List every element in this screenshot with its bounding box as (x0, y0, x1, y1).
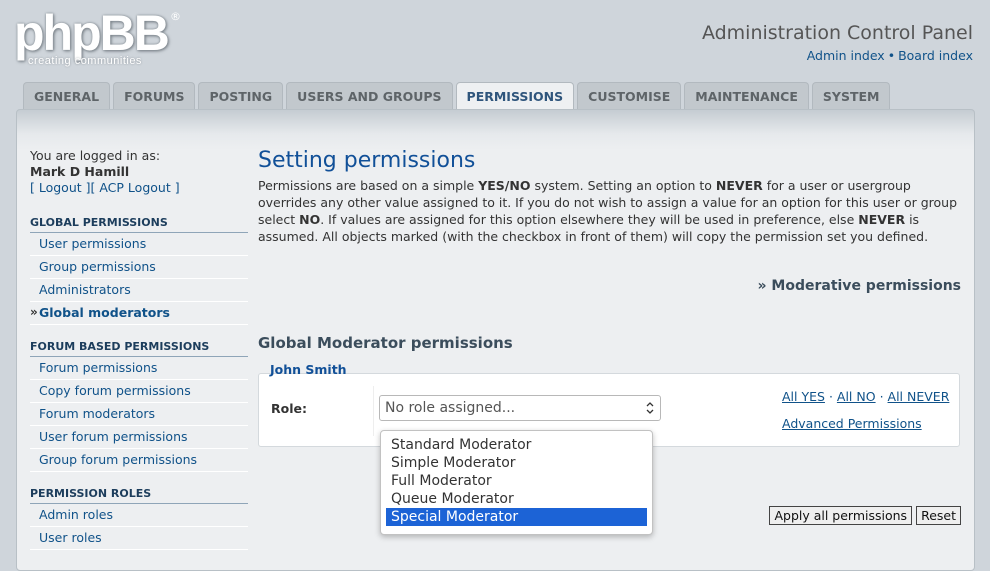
role-option-full-moderator[interactable]: Full Moderator (386, 472, 647, 490)
moderative-permissions-link[interactable]: » Moderative permissions (757, 278, 961, 294)
role-divider (373, 386, 374, 436)
advanced-permissions-link[interactable]: Advanced Permissions (782, 416, 922, 431)
logo-tagline: creating communities (28, 55, 142, 67)
sidebar-item-label: Global moderators (39, 305, 170, 320)
tab-system[interactable]: SYSTEM (811, 82, 891, 109)
permissions-intro-text: Permissions are based on a simple YES/NO… (258, 177, 960, 245)
sidebar-item-forum-moderators[interactable]: Forum moderators (30, 403, 248, 426)
intro-emphasis: YES/NO (478, 178, 531, 193)
logout-link[interactable]: [ Logout ] (30, 180, 91, 195)
role-option-standard-moderator[interactable]: Standard Moderator (386, 436, 647, 454)
chevron-updown-icon (646, 396, 654, 430)
logout-links: [ Logout ][ ACP Logout ] (30, 180, 248, 195)
sidebar-section-global-permissions: GLOBAL PERMISSIONS (30, 216, 248, 233)
sidebar-item-administrators[interactable]: Administrators (30, 279, 248, 302)
sidebar-item-user-forum-permissions[interactable]: User forum permissions (30, 426, 248, 449)
all-never-link[interactable]: All NEVER (888, 389, 950, 404)
phpbb-logo[interactable]: phpBB ® creating communities (14, 8, 184, 70)
header-link-separator: • (887, 48, 896, 63)
tab-customise[interactable]: CUSTOMISE (577, 82, 682, 109)
role-label: Role: (271, 401, 307, 416)
section-subtitle: Global Moderator permissions (258, 334, 513, 352)
sidebar-item-copy-forum-permissions[interactable]: Copy forum permissions (30, 380, 248, 403)
page-title: Setting permissions (258, 148, 476, 173)
sidebar-item-group-forum-permissions[interactable]: Group forum permissions (30, 449, 248, 472)
role-option-simple-moderator[interactable]: Simple Moderator (386, 454, 647, 472)
role-option-queue-moderator[interactable]: Queue Moderator (386, 490, 647, 508)
intro-text: Permissions are based on a simple (258, 178, 479, 193)
tab-bar: GENERAL FORUMS POSTING USERS AND GROUPS … (23, 82, 891, 111)
intro-emphasis: NEVER (858, 212, 906, 227)
apply-all-permissions-button[interactable]: Apply all permissions (769, 506, 913, 525)
role-option-special-moderator[interactable]: Special Moderator (386, 508, 647, 526)
admin-index-link[interactable]: Admin index (807, 48, 885, 63)
tab-permissions[interactable]: PERMISSIONS (455, 82, 575, 111)
reset-button[interactable]: Reset (916, 506, 961, 525)
all-yes-link[interactable]: All YES (782, 389, 825, 404)
intro-emphasis: NEVER (715, 178, 763, 193)
sidebar-item-user-roles[interactable]: User roles (30, 527, 248, 550)
sidebar-section-forum-based-permissions: FORUM BASED PERMISSIONS (30, 340, 248, 357)
sidebar: You are logged in as: Mark D Hamill [ Lo… (30, 148, 248, 550)
tab-general[interactable]: GENERAL (23, 82, 111, 109)
role-select-value: No role assigned... (385, 400, 516, 416)
sidebar-section-permission-roles: PERMISSION ROLES (30, 487, 248, 504)
sidebar-item-global-moderators[interactable]: » Global moderators (30, 302, 248, 325)
header-links: Admin index • Board index (807, 48, 973, 63)
tab-posting[interactable]: POSTING (198, 82, 284, 109)
tab-users-and-groups[interactable]: USERS AND GROUPS (286, 82, 453, 109)
set-all-links: All YES · All NO · All NEVER (782, 389, 949, 404)
intro-emphasis: NO (299, 212, 321, 227)
sidebar-item-forum-permissions[interactable]: Forum permissions (30, 357, 248, 380)
logo-text: phpBB (14, 5, 170, 61)
role-dropdown-list: Standard Moderator Simple Moderator Full… (380, 430, 653, 535)
current-item-marker: » (30, 305, 38, 319)
sidebar-item-admin-roles[interactable]: Admin roles (30, 504, 248, 527)
intro-text: . If values are assigned for this option… (320, 212, 859, 227)
sidebar-item-user-permissions[interactable]: User permissions (30, 233, 248, 256)
role-select[interactable]: No role assigned... (379, 395, 661, 421)
link-separator: · (879, 389, 884, 404)
link-separator: · (828, 389, 833, 404)
tab-forums[interactable]: FORUMS (113, 82, 196, 109)
logo-registered-mark: ® (170, 10, 181, 23)
intro-text: system. Setting an option to (530, 178, 716, 193)
acp-title: Administration Control Panel (701, 22, 973, 44)
login-label: You are logged in as: (30, 148, 161, 163)
sidebar-item-group-permissions[interactable]: Group permissions (30, 256, 248, 279)
main-panel: You are logged in as: Mark D Hamill [ Lo… (16, 109, 975, 571)
content-area: Setting permissions Permissions are base… (258, 148, 961, 535)
form-buttons: Apply all permissions Reset (769, 506, 961, 525)
logged-in-username: Mark D Hamill (30, 164, 130, 179)
acp-logout-link[interactable]: [ ACP Logout ] (91, 180, 180, 195)
board-index-link[interactable]: Board index (898, 48, 973, 63)
fieldset-legend-username: John Smith (270, 362, 347, 377)
tab-maintenance[interactable]: MAINTENANCE (684, 82, 809, 109)
all-no-link[interactable]: All NO (837, 389, 876, 404)
